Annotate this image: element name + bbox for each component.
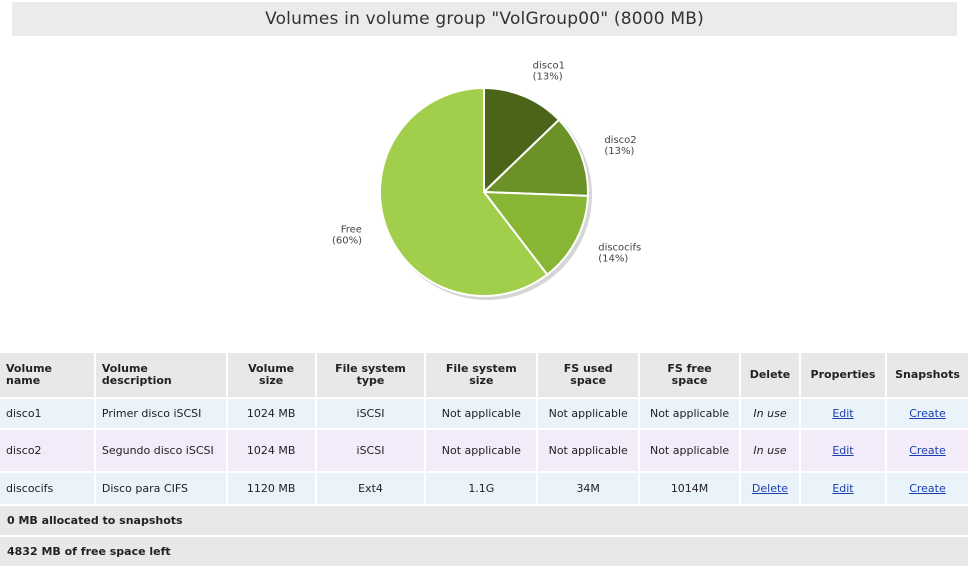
cell-description: Disco para CIFS (94, 472, 228, 506)
cell-fs-used: 34M (537, 472, 641, 506)
cell-fs-size: 1.1G (425, 472, 539, 506)
pie-label-disco2: disco2 (604, 135, 636, 146)
cell-size: 1024 MB (226, 429, 317, 473)
pie-pct-disco2: (13%) (604, 146, 634, 157)
delete-link[interactable]: Delete (752, 482, 788, 495)
cell-fs-free: 1014M (639, 472, 742, 506)
snapshots-allocated-summary: 0 MB allocated to snapshots (0, 505, 970, 537)
cell-fs-free: Not applicable (639, 429, 742, 473)
cell-fs-type: iSCSI (315, 429, 427, 473)
cell-fs-type: Ext4 (315, 472, 427, 506)
cell-description: Segundo disco iSCSI (94, 429, 228, 473)
cell-fs-size: Not applicable (425, 429, 539, 473)
page-title: Volumes in volume group "VolGroup00" (80… (12, 2, 957, 36)
cell-fs-free: Not applicable (639, 398, 742, 430)
cell-description: Primer disco iSCSI (94, 398, 228, 430)
pie-pct-free: (60%) (332, 235, 362, 246)
table-header-row: Volume name Volume description Volume size … (0, 353, 970, 399)
col-snapshots: Snapshots (885, 353, 970, 399)
cell-name: disco1 (0, 398, 96, 430)
col-fs-type: File system type (315, 353, 427, 399)
table-row: disco2 Segundo disco iSCSI 1024 MB iSCSI… (0, 429, 970, 473)
create-snapshot-link[interactable]: Create (909, 444, 946, 457)
in-use-label: In use (753, 406, 787, 420)
cell-fs-used: Not applicable (537, 398, 641, 430)
table-row: disco1 Primer disco iSCSI 1024 MB iSCSI … (0, 398, 970, 430)
cell-size: 1120 MB (226, 472, 317, 506)
cell-fs-used: Not applicable (537, 429, 641, 473)
volume-pie-chart: disco1(13%)disco2(13%)discocifs(14%)Free… (332, 61, 641, 300)
col-delete: Delete (740, 353, 801, 399)
col-fs-size: File system size (425, 353, 539, 399)
summary-row: 0 MB allocated to snapshots (0, 505, 970, 537)
edit-link[interactable]: Edit (832, 444, 853, 457)
cell-fs-type: iSCSI (315, 398, 427, 430)
volumes-table: Volume name Volume description Volume size … (0, 353, 970, 568)
summary-row: 4832 MB of free space left (0, 536, 970, 568)
create-snapshot-link[interactable]: Create (909, 407, 946, 420)
in-use-label: In use (753, 443, 787, 457)
edit-link[interactable]: Edit (832, 407, 853, 420)
cell-name: disco2 (0, 429, 96, 473)
edit-link[interactable]: Edit (832, 482, 853, 495)
pie-label-discocifs: discocifs (598, 243, 641, 254)
col-volume-name: Volume name (0, 353, 96, 399)
cell-size: 1024 MB (226, 398, 317, 430)
pie-pct-disco1: (13%) (533, 72, 563, 83)
create-snapshot-link[interactable]: Create (909, 482, 946, 495)
free-space-summary: 4832 MB of free space left (0, 536, 970, 568)
cell-name: discocifs (0, 472, 96, 506)
pie-label-free: Free (341, 224, 362, 235)
pie-label-disco1: disco1 (533, 61, 565, 72)
col-volume-size: Volume size (226, 353, 317, 399)
table-row: discocifs Disco para CIFS 1120 MB Ext4 1… (0, 472, 970, 506)
col-fs-free: FS free space (639, 353, 742, 399)
col-fs-used: FS used space (537, 353, 641, 399)
col-volume-description: Volume description (94, 353, 228, 399)
pie-pct-discocifs: (14%) (598, 254, 628, 265)
col-properties: Properties (799, 353, 887, 399)
cell-fs-size: Not applicable (425, 398, 539, 430)
